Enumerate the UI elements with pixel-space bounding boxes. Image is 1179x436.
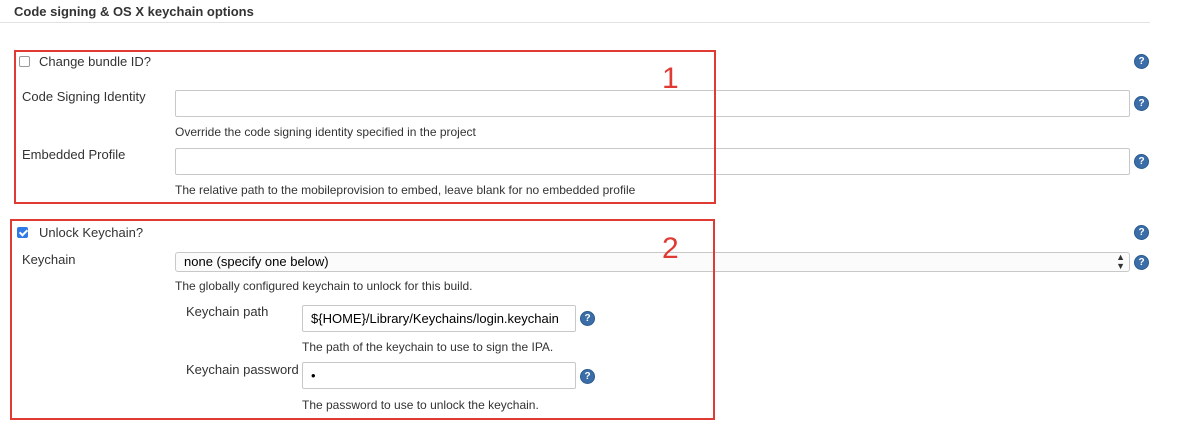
help-icon[interactable]: ? (1134, 154, 1149, 169)
annotation-box-1 (14, 50, 716, 204)
annotation-box-2 (10, 219, 715, 420)
section-divider (0, 22, 1150, 23)
annotation-number-1: 1 (662, 62, 679, 95)
help-icon[interactable]: ? (1134, 225, 1149, 240)
select-arrows-icon: ▲ ▼ (1116, 252, 1125, 271)
help-icon[interactable]: ? (1134, 96, 1149, 111)
section-title: Code signing & OS X keychain options (14, 4, 254, 19)
help-icon[interactable]: ? (1134, 54, 1149, 69)
annotation-number-2: 2 (662, 232, 679, 265)
help-icon[interactable]: ? (1134, 255, 1149, 270)
